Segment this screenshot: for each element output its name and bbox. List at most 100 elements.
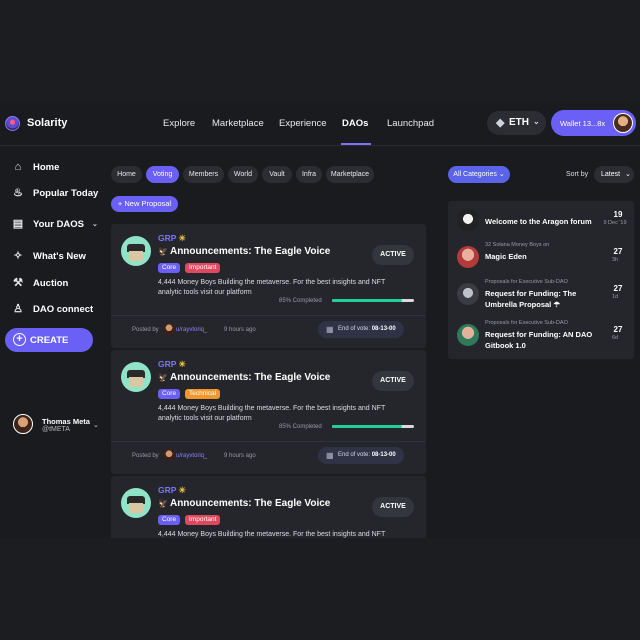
eagle-icon: 🦅: [158, 499, 168, 508]
solarity-logo-icon[interactable]: [5, 116, 20, 131]
feed-item-subtitle: Proposals for Executive Sub-DAO: [485, 279, 568, 285]
feed-item[interactable]: Welcome to the Aragon forum 19 9 Dec '19: [448, 203, 634, 239]
feed-item-date: 9 Dec '19: [603, 220, 627, 226]
create-button[interactable]: + CREATE: [5, 328, 93, 352]
reply-count: 27: [613, 247, 623, 256]
feed-item-date: 1d: [611, 294, 619, 300]
feed-item-title: Request for Funding: The Umbrella Propos…: [485, 289, 577, 309]
feed-item-date: 6d: [611, 335, 619, 341]
posted-by-label: Posted by: [132, 327, 159, 333]
chevron-down-icon: ⌄: [533, 117, 540, 126]
progress-fill: [332, 425, 402, 428]
filter-members[interactable]: Members: [183, 166, 224, 183]
nav-launchpad[interactable]: Launchpad: [387, 118, 434, 129]
filter-world[interactable]: World: [228, 166, 258, 183]
gavel-icon: ⚒: [13, 277, 23, 289]
new-proposal-button[interactable]: + New Proposal: [111, 196, 178, 212]
end-of-vote-badge: ▦ End of vote: 08-13-00: [318, 321, 404, 338]
tag-technical: Technical: [185, 389, 221, 399]
proposal-card[interactable]: GRP ☀ 🦅 Announcements: The Eagle Voice Cor…: [111, 476, 426, 538]
sidebar-item-dao-connect[interactable]: ♙ DAO connect: [11, 302, 93, 316]
proposal-title[interactable]: 🦅 Announcements: The Eagle Voice: [158, 498, 330, 509]
plus-circle-icon: +: [13, 333, 26, 346]
feed-item[interactable]: 32 Solana Money Boys on Magic Eden 27 3h: [448, 240, 634, 276]
proposal-title[interactable]: 🦅 Announcements: The Eagle Voice: [158, 372, 330, 383]
status-badge: ACTIVE: [372, 497, 414, 517]
proposal-title[interactable]: 🦅 Announcements: The Eagle Voice: [158, 246, 330, 257]
category-dropdown[interactable]: All Categories ⌄: [448, 166, 510, 183]
sort-dropdown[interactable]: Latest ⌄: [594, 166, 634, 183]
tag-core: Core: [158, 515, 181, 525]
progress-fill: [332, 299, 402, 302]
brand-name[interactable]: Solarity: [27, 117, 67, 129]
sparkle-icon: ✧: [13, 250, 23, 262]
sun-icon: ☀: [178, 233, 187, 243]
sidebar-item-popular-today[interactable]: ♨ Popular Today: [11, 186, 98, 200]
sidebar-item-whats-new[interactable]: ✧ What's New: [11, 249, 86, 263]
group-avatar: [121, 236, 151, 266]
network-selector[interactable]: ◆ ETH ⌄: [487, 111, 546, 135]
avatar: [13, 414, 33, 434]
sort-label: Sort by: [566, 171, 589, 178]
nav-explore[interactable]: Explore: [163, 118, 195, 129]
eagle-icon: 🦅: [158, 247, 168, 256]
proposal-description: 4,444 Money Boys Building the metaverse.…: [158, 531, 386, 538]
group-name: GRP ☀: [158, 233, 187, 243]
proposal-card[interactable]: GRP ☀ 🦅 Announcements: The Eagle Voice Cor…: [111, 224, 426, 348]
reply-count: 27: [613, 284, 623, 293]
proposal-card[interactable]: GRP ☀ 🦅 Announcements: The Eagle Voice Cor…: [111, 350, 426, 474]
nav-experience[interactable]: Experience: [279, 118, 327, 129]
sidebar-item-label: DAO connect: [33, 303, 94, 315]
chevron-down-icon: ⌄: [93, 422, 99, 429]
sidebar-item-label: Home: [33, 161, 60, 173]
wallet-label: Wallet 13...8x: [560, 119, 606, 128]
tag-core: Core: [158, 389, 181, 399]
calendar-icon: ▦: [326, 451, 334, 460]
sidebar-item-label: Popular Today: [33, 187, 99, 199]
progress-bar: [332, 425, 414, 428]
tag-important: Important: [185, 263, 221, 273]
author-avatar: [163, 323, 175, 335]
time-ago: 9 hours ago: [224, 453, 256, 459]
group-avatar: [121, 362, 151, 392]
author-avatar: [163, 449, 175, 461]
feed-item[interactable]: Proposals for Executive Sub-DAO Request …: [448, 318, 634, 354]
filter-infra[interactable]: Infra: [296, 166, 322, 183]
filter-marketplace[interactable]: Marketplace: [326, 166, 374, 183]
forum-feed: Welcome to the Aragon forum 19 9 Dec '19…: [448, 201, 634, 359]
sun-icon: ☀: [178, 485, 187, 495]
posted-by-label: Posted by: [132, 453, 159, 459]
group-avatar: [121, 488, 151, 518]
filter-home[interactable]: Home: [111, 166, 142, 183]
nav-active-indicator: [341, 143, 371, 145]
calendar-icon: ▦: [326, 325, 334, 334]
filter-vault[interactable]: Vault: [262, 166, 292, 183]
author-link[interactable]: u/rayvtoriq_: [176, 453, 207, 459]
wallet-button[interactable]: Wallet 13...8x: [551, 110, 636, 136]
document-icon: ▤: [12, 218, 24, 230]
sidebar-item-auction[interactable]: ⚒ Auction: [11, 276, 68, 290]
sidebar-item-your-daos[interactable]: ▤ Your DAOS ⌄: [11, 217, 98, 231]
sun-icon: ☀: [178, 359, 187, 369]
user-handle: @tMETA: [42, 426, 70, 433]
filter-voting[interactable]: Voting: [146, 166, 179, 183]
chevron-down-icon: ⌄: [498, 171, 505, 178]
sidebar-item-home[interactable]: ⌂ Home: [11, 160, 60, 174]
author-link[interactable]: u/rayvtoriq_: [176, 327, 207, 333]
progress-label: 85% Completed: [279, 298, 322, 304]
tag-important: Important: [185, 515, 221, 525]
nav-daos[interactable]: DAOs: [342, 118, 368, 129]
proposal-description: 4,444 Money Boys Building the metaverse.…: [158, 279, 386, 296]
wallet-avatar: [613, 113, 633, 133]
feed-item-title: Welcome to the Aragon forum: [485, 217, 592, 226]
create-label: CREATE: [30, 335, 69, 346]
nav-marketplace[interactable]: Marketplace: [212, 118, 264, 129]
feed-item-title: Request for Funding: AN DAO Gitbook 1.0: [485, 330, 593, 350]
sidebar-item-label: Auction: [33, 277, 69, 289]
divider: [111, 315, 426, 316]
avatar: [457, 324, 479, 346]
progress-label: 85% Completed: [279, 424, 322, 430]
user-name: Thomas Meta: [42, 417, 90, 426]
feed-item[interactable]: Proposals for Executive Sub-DAO Request …: [448, 277, 634, 313]
feed-item-title: Magic Eden: [485, 252, 527, 261]
